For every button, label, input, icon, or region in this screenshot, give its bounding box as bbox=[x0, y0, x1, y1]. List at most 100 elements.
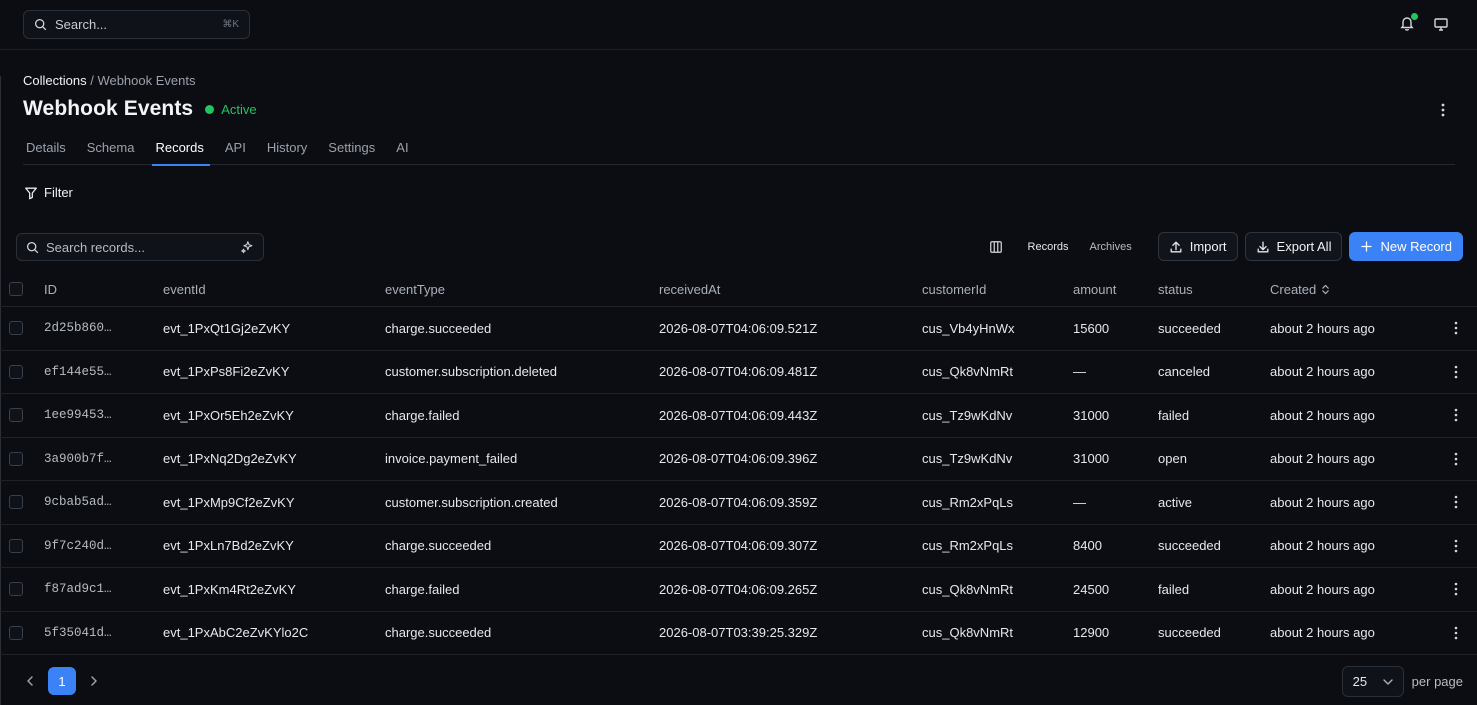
row-checkbox[interactable] bbox=[9, 495, 23, 510]
row-more-menu-button[interactable] bbox=[1450, 394, 1462, 437]
row-checkbox[interactable] bbox=[9, 582, 23, 597]
cell-eventid: evt_1PxAbC2eZvKYlo2C bbox=[163, 625, 309, 641]
column-header-eventtype[interactable]: eventType bbox=[385, 272, 445, 306]
cell-status: succeeded bbox=[1158, 320, 1221, 336]
table-row[interactable]: 1ee99453… evt_1PxOr5Eh2eZvKY charge.fail… bbox=[0, 394, 1477, 438]
column-header-created[interactable]: Created bbox=[1270, 272, 1330, 306]
prev-page-button[interactable] bbox=[20, 667, 40, 695]
export-all-label: Export All bbox=[1276, 239, 1332, 254]
cell-receivedat: 2026-08-07T03:39:25.329Z bbox=[659, 625, 818, 641]
cell-status: succeeded bbox=[1158, 538, 1221, 554]
table-row[interactable]: 5f35041d… evt_1PxAbC2eZvKYlo2C charge.su… bbox=[0, 612, 1477, 655]
columns-icon bbox=[989, 240, 1003, 254]
cell-id: 9cbab5ad… bbox=[44, 495, 112, 510]
monitor-icon[interactable] bbox=[1433, 16, 1449, 32]
upload-icon bbox=[1169, 240, 1183, 254]
row-more-menu-button[interactable] bbox=[1450, 351, 1462, 394]
collection-more-menu-button[interactable] bbox=[1439, 102, 1447, 118]
tab-ai[interactable]: AI bbox=[393, 132, 418, 165]
row-more-menu-button[interactable] bbox=[1450, 525, 1462, 568]
column-header-eventid[interactable]: eventId bbox=[163, 272, 206, 306]
cell-eventtype: invoice.payment_failed bbox=[385, 451, 518, 467]
row-checkbox[interactable] bbox=[9, 408, 23, 423]
tab-details[interactable]: Details bbox=[23, 132, 76, 165]
global-search-placeholder: Search... bbox=[55, 17, 108, 32]
cell-eventtype: charge.succeeded bbox=[385, 320, 492, 336]
breadcrumb-root-link[interactable]: Collections bbox=[23, 73, 87, 88]
breadcrumb: Collections / Webhook Events bbox=[23, 73, 195, 88]
top-bar: Search... ⌘K bbox=[0, 0, 1477, 50]
cell-customerid: cus_Qk8vNmRt bbox=[922, 364, 1014, 380]
cell-amount: 8400 bbox=[1073, 538, 1102, 554]
row-checkbox[interactable] bbox=[9, 538, 23, 553]
ai-sparkle-icon[interactable] bbox=[240, 240, 254, 254]
tab-schema[interactable]: Schema bbox=[84, 132, 145, 165]
notifications-button[interactable] bbox=[1399, 13, 1418, 34]
row-more-menu-button[interactable] bbox=[1450, 481, 1462, 524]
cell-eventid: evt_1PxKm4Rt2eZvKY bbox=[163, 581, 296, 597]
sort-chevrons-icon bbox=[1321, 284, 1330, 295]
table-row[interactable]: 3a900b7f… evt_1PxNq2Dg2eZvKY invoice.pay… bbox=[0, 438, 1477, 481]
cell-eventtype: charge.failed bbox=[385, 581, 460, 597]
cell-receivedat: 2026-08-07T04:06:09.443Z bbox=[659, 407, 818, 423]
row-checkbox[interactable] bbox=[9, 451, 23, 466]
column-header-id[interactable]: ID bbox=[44, 272, 57, 306]
chevron-down-icon bbox=[1382, 678, 1393, 685]
column-header-status[interactable]: status bbox=[1158, 272, 1193, 306]
row-checkbox[interactable] bbox=[9, 625, 23, 640]
cell-receivedat: 2026-08-07T04:06:09.481Z bbox=[659, 364, 818, 380]
cell-receivedat: 2026-08-07T04:06:09.307Z bbox=[659, 538, 818, 554]
more-vertical-icon bbox=[1454, 452, 1458, 466]
cell-eventid: evt_1PxLn7Bd2eZvKY bbox=[163, 538, 294, 554]
table-row[interactable]: f87ad9c1… evt_1PxKm4Rt2eZvKY charge.fail… bbox=[0, 568, 1477, 612]
cell-receivedat: 2026-08-07T04:06:09.359Z bbox=[659, 494, 818, 510]
row-checkbox[interactable] bbox=[9, 321, 23, 336]
table-row[interactable]: ef144e55… evt_1PxPs8Fi2eZvKY customer.su… bbox=[0, 351, 1477, 394]
cell-status: failed bbox=[1158, 407, 1190, 423]
tab-records[interactable]: Records bbox=[152, 132, 213, 166]
more-vertical-icon bbox=[1454, 365, 1458, 379]
new-record-button[interactable]: New Record bbox=[1349, 232, 1463, 261]
global-search-box[interactable]: Search... ⌘K bbox=[23, 10, 250, 39]
select-all-checkbox[interactable] bbox=[9, 282, 23, 296]
row-checkbox[interactable] bbox=[9, 364, 23, 379]
records-table: ID eventId eventType receivedAt customer… bbox=[0, 272, 1477, 655]
pagination: 1 bbox=[20, 667, 104, 695]
tab-api[interactable]: API bbox=[222, 132, 256, 165]
table-row[interactable]: 9cbab5ad… evt_1PxMp9Cf2eZvKY customer.su… bbox=[0, 481, 1477, 525]
records-view-toggle[interactable]: Records bbox=[1028, 241, 1069, 253]
cell-id: 1ee99453… bbox=[44, 408, 112, 423]
tab-history[interactable]: History bbox=[264, 132, 317, 165]
row-more-menu-button[interactable] bbox=[1450, 307, 1462, 350]
row-more-menu-button[interactable] bbox=[1450, 612, 1462, 655]
columns-toggle-button[interactable] bbox=[986, 237, 1006, 257]
per-page-select[interactable]: 25 bbox=[1341, 666, 1404, 697]
cell-amount: 24500 bbox=[1073, 581, 1110, 597]
column-header-customerid[interactable]: customerId bbox=[922, 272, 986, 306]
table-row[interactable]: 2d25b860… evt_1PxQt1Gj2eZvKY charge.succ… bbox=[0, 307, 1477, 351]
cell-amount: — bbox=[1073, 364, 1086, 380]
cell-eventtype: customer.subscription.created bbox=[385, 494, 558, 510]
page-1-button[interactable]: 1 bbox=[48, 667, 76, 695]
row-more-menu-button[interactable] bbox=[1450, 568, 1462, 611]
next-page-button[interactable] bbox=[84, 667, 104, 695]
archives-view-toggle[interactable]: Archives bbox=[1090, 241, 1132, 253]
import-button[interactable]: Import bbox=[1157, 232, 1238, 261]
tab-settings[interactable]: Settings bbox=[325, 132, 385, 165]
cell-status: active bbox=[1158, 494, 1192, 510]
more-vertical-icon bbox=[1454, 495, 1458, 509]
cell-created: about 2 hours ago bbox=[1270, 407, 1375, 423]
column-header-amount[interactable]: amount bbox=[1073, 272, 1116, 306]
app-root: Search... ⌘K Collections / Webhook Event… bbox=[0, 0, 1477, 705]
export-all-button[interactable]: Export All bbox=[1244, 232, 1343, 261]
column-header-created-label: Created bbox=[1270, 281, 1317, 297]
cell-amount: 12900 bbox=[1073, 625, 1110, 641]
table-row[interactable]: 9f7c240d… evt_1PxLn7Bd2eZvKY charge.succ… bbox=[0, 525, 1477, 568]
more-vertical-icon bbox=[1454, 626, 1458, 640]
row-more-menu-button[interactable] bbox=[1450, 438, 1462, 481]
cell-created: about 2 hours ago bbox=[1270, 451, 1375, 467]
filter-button[interactable]: Filter bbox=[24, 185, 73, 200]
column-header-receivedat[interactable]: receivedAt bbox=[659, 272, 720, 306]
records-search-input[interactable] bbox=[46, 239, 240, 255]
bell-icon bbox=[1399, 17, 1415, 34]
